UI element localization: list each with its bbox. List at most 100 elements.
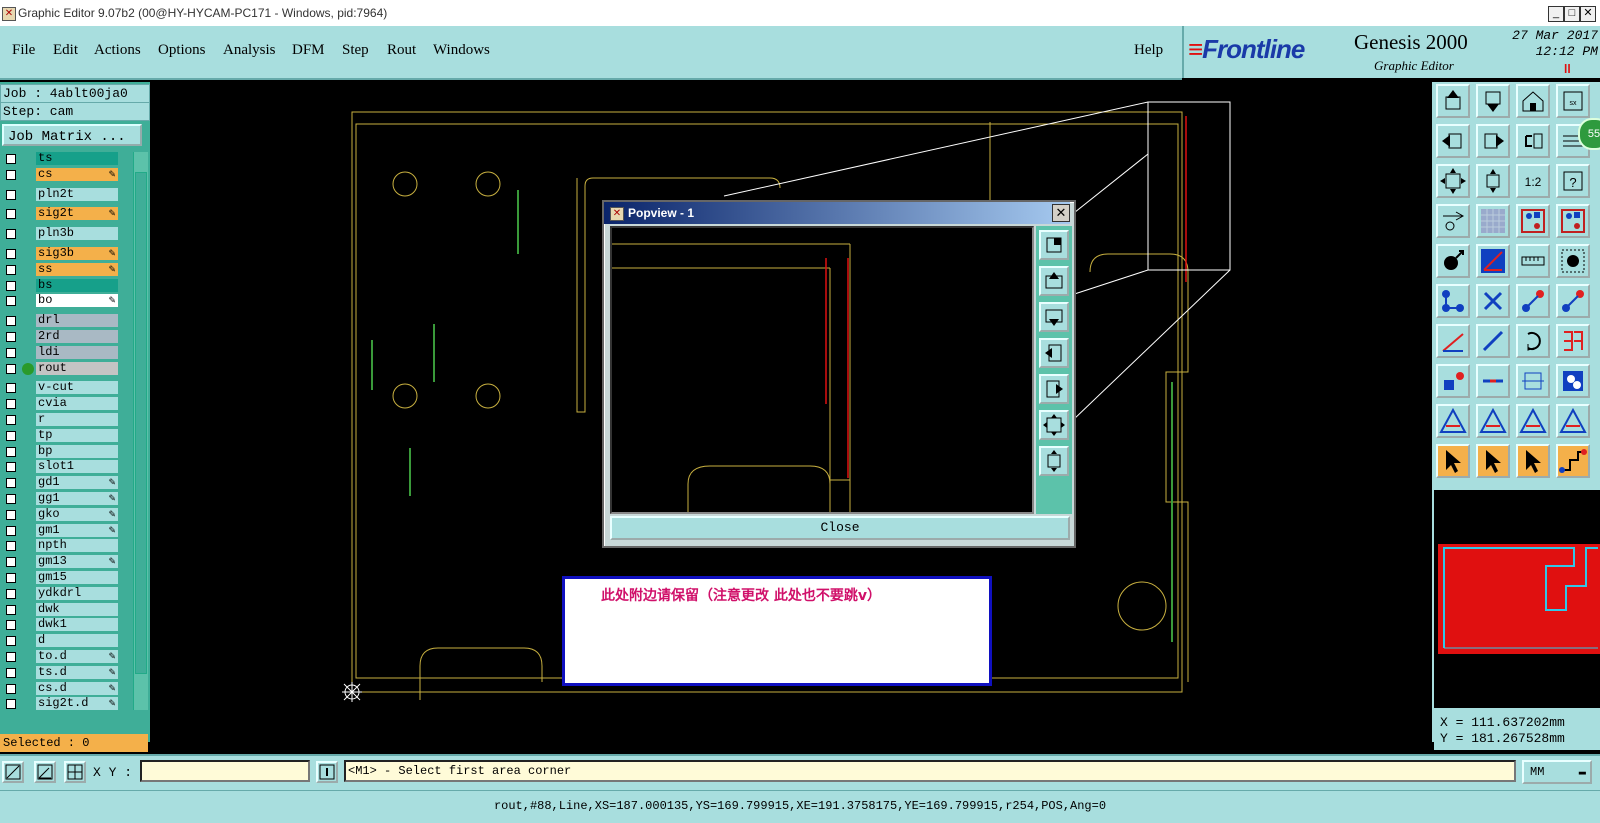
dot-button[interactable] xyxy=(1556,244,1590,278)
layer-name[interactable]: dwk xyxy=(36,602,118,616)
layer-row-sig3b[interactable]: sig3b ✎ xyxy=(2,247,118,261)
layer-name[interactable]: gm13 ✎ xyxy=(36,555,118,569)
resize-button[interactable] xyxy=(1516,364,1550,398)
layer-checkbox[interactable] xyxy=(6,667,16,678)
layer-checkbox[interactable] xyxy=(6,280,16,291)
info-button[interactable] xyxy=(316,761,338,783)
layer-name[interactable]: ldi xyxy=(36,345,118,359)
layer-checkbox[interactable] xyxy=(6,169,16,180)
layer-row-to.d[interactable]: to.d ✎ xyxy=(2,650,118,664)
menu-step[interactable]: Step xyxy=(342,42,369,59)
step-left-button[interactable] xyxy=(1436,124,1470,158)
layer-row-tp[interactable]: tp xyxy=(2,428,118,443)
layer-name[interactable]: bp xyxy=(36,444,118,458)
popview-fit-button[interactable] xyxy=(1039,410,1069,440)
layer-name[interactable]: to.d ✎ xyxy=(36,650,118,663)
maximize-button[interactable]: □ xyxy=(1564,6,1580,22)
connect-button[interactable] xyxy=(1436,284,1470,318)
layer-name[interactable]: drl xyxy=(36,314,118,328)
layer-row-gm13[interactable]: gm13 ✎ xyxy=(2,555,118,569)
layer-checkbox[interactable] xyxy=(6,264,16,275)
fit-all-button[interactable] xyxy=(1436,164,1470,198)
menu-analysis[interactable]: Analysis xyxy=(223,42,276,59)
triangle-button[interactable] xyxy=(1436,404,1470,438)
layer-row-slot1[interactable]: slot1 xyxy=(2,460,118,474)
layer-checkbox[interactable] xyxy=(6,573,16,583)
overview-map[interactable] xyxy=(1434,490,1600,708)
layer-checkbox[interactable] xyxy=(6,332,16,342)
layer-checkbox[interactable] xyxy=(6,430,16,441)
popview-titlebar[interactable]: ✕ Popview - 1 ✕ xyxy=(604,202,1070,224)
layer-row-gd1[interactable]: gd1 ✎ xyxy=(2,476,118,490)
layer-row-sig2t.d[interactable]: sig2t.d ✎ xyxy=(2,697,118,711)
popview-canvas[interactable] xyxy=(610,226,1034,514)
job-matrix-button[interactable]: Job Matrix ... xyxy=(2,124,142,146)
units-select[interactable]: MM ▬ xyxy=(1522,760,1592,784)
minus-button[interactable] xyxy=(1476,364,1510,398)
select2-button[interactable] xyxy=(1476,444,1510,478)
layer-name[interactable]: cvia xyxy=(36,397,118,411)
popview-pan-down-button[interactable] xyxy=(1039,302,1069,332)
layer-scrollbar[interactable] xyxy=(133,152,148,710)
layer-name[interactable]: gg1 ✎ xyxy=(36,492,118,505)
menu-options[interactable]: Options xyxy=(158,42,206,59)
measure-button[interactable] xyxy=(1436,204,1470,238)
layer-name[interactable]: gm15 xyxy=(36,571,118,584)
layer-name[interactable]: rout xyxy=(36,361,118,375)
layer-stack2-button[interactable] xyxy=(1556,204,1590,238)
layer-checkbox[interactable] xyxy=(6,636,16,647)
layer-checkbox[interactable] xyxy=(6,383,16,394)
layer-name[interactable]: 2rd xyxy=(36,330,118,343)
layer-row-dwk[interactable]: dwk xyxy=(2,602,118,617)
layer-row-gg1[interactable]: gg1 ✎ xyxy=(2,492,118,506)
layer-name[interactable]: r xyxy=(36,413,118,426)
menu-windows[interactable]: Windows xyxy=(433,42,490,59)
layer-checkbox[interactable] xyxy=(6,509,16,520)
angle-button[interactable] xyxy=(1476,244,1510,278)
layer-checkbox[interactable] xyxy=(6,588,16,599)
layer-checkbox[interactable] xyxy=(6,249,16,259)
layer-checkbox[interactable] xyxy=(6,478,16,489)
layer-checkbox[interactable] xyxy=(6,652,16,662)
layer-row-gm15[interactable]: gm15 xyxy=(2,571,118,585)
layer-row-bo[interactable]: bo ✎ xyxy=(2,294,118,308)
grid-button[interactable] xyxy=(1476,204,1510,238)
layer-row-bp[interactable]: bp xyxy=(2,444,118,459)
select-button[interactable] xyxy=(1436,444,1470,478)
layer-name[interactable]: ss ✎ xyxy=(36,262,118,276)
menu-rout[interactable]: Rout xyxy=(387,42,416,59)
triangle2-button[interactable] xyxy=(1476,404,1510,438)
layer-checkbox[interactable] xyxy=(6,462,16,473)
layer-checkbox[interactable] xyxy=(6,363,16,374)
layer-name[interactable]: pln2t xyxy=(36,187,118,201)
layer-stack-button[interactable] xyxy=(1516,204,1550,238)
layer-name[interactable]: bs xyxy=(36,278,118,292)
layer-name[interactable]: cs ✎ xyxy=(36,167,118,181)
layer-row-rout[interactable]: rout xyxy=(2,361,118,376)
layer-row-pln3b[interactable]: pln3b xyxy=(2,227,118,241)
layer-checkbox[interactable] xyxy=(6,541,16,552)
layer-name[interactable]: tp xyxy=(36,428,118,442)
menu-file[interactable]: File xyxy=(12,42,35,59)
layer-checkbox[interactable] xyxy=(6,229,16,240)
layer-name[interactable]: cs.d ✎ xyxy=(36,681,118,695)
minimize-button[interactable]: _ xyxy=(1548,6,1564,22)
layer-row-gm1[interactable]: gm1 ✎ xyxy=(2,523,118,538)
menu-actions[interactable]: Actions xyxy=(94,42,141,59)
draw-button[interactable] xyxy=(1436,324,1470,358)
layer-name[interactable]: pln3b xyxy=(36,227,118,241)
ruler-button[interactable] xyxy=(1516,244,1550,278)
layer-checkbox[interactable] xyxy=(6,296,16,307)
layer-name[interactable]: d xyxy=(36,634,118,648)
notification-badge[interactable]: 55 xyxy=(1578,118,1600,150)
layer-row-cs[interactable]: cs ✎ xyxy=(2,167,118,182)
center-button[interactable] xyxy=(1476,164,1510,198)
move2-button[interactable] xyxy=(1556,284,1590,318)
popview-center-button[interactable] xyxy=(1039,446,1069,476)
layer-row-r[interactable]: r xyxy=(2,413,118,427)
menu-help[interactable]: Help xyxy=(1134,42,1163,59)
layer-name[interactable]: ts xyxy=(36,152,118,165)
layer-name[interactable]: gm1 ✎ xyxy=(36,523,118,537)
scale-button[interactable]: 1:2 xyxy=(1516,164,1550,198)
layer-checkbox[interactable] xyxy=(6,316,16,327)
